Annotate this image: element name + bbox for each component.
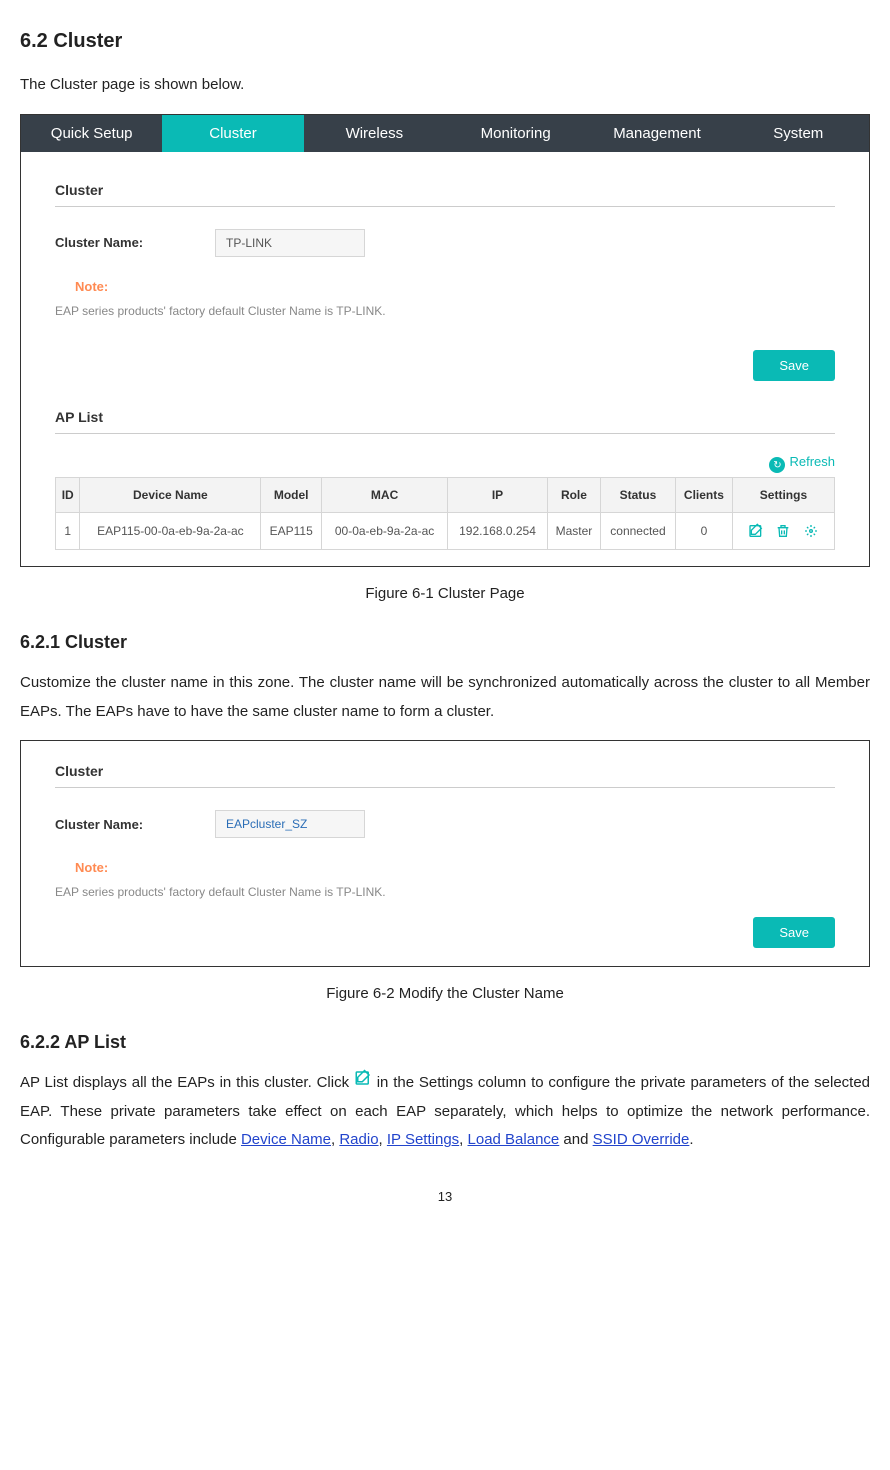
cluster-name-label-2: Cluster Name: [55,817,215,832]
save-button-row: Save [55,350,835,381]
col-role: Role [547,478,600,513]
col-ip: IP [448,478,548,513]
cell-id: 1 [56,513,80,550]
cell-settings [732,513,834,550]
refresh-row: ↻ Refresh [55,454,835,472]
cell-model: EAP115 [261,513,322,550]
ap-list-table: ID Device Name Model MAC IP Role Status … [55,477,835,550]
figure-6-1-caption: Figure 6-1 Cluster Page [20,585,870,602]
cell-role: Master [547,513,600,550]
delete-icon[interactable] [771,523,795,537]
edit-icon[interactable] [744,523,768,537]
sep2: , [379,1131,387,1148]
save-button[interactable]: Save [753,350,835,381]
cluster-name-input-2[interactable]: EAPcluster_SZ [215,810,365,838]
tab-management[interactable]: Management [586,115,727,152]
col-clients: Clients [675,478,732,513]
col-status: Status [601,478,676,513]
note-text: EAP series products' factory default Clu… [55,304,835,318]
col-settings: Settings [732,478,834,513]
cell-status: connected [601,513,676,550]
cluster-panel: Cluster Cluster Name: TP-LINK Note: EAP … [21,152,869,567]
cluster-name-input[interactable]: TP-LINK [215,229,365,257]
tab-quick-setup[interactable]: Quick Setup [21,115,162,152]
refresh-label[interactable]: Refresh [789,454,835,469]
body-6-2-1: Customize the cluster name in this zone.… [20,669,870,726]
link-ssid-override[interactable]: SSID Override [593,1131,690,1148]
ap-list-title: AP List [55,409,835,434]
tab-monitoring[interactable]: Monitoring [445,115,586,152]
cluster-name-row-2: Cluster Name: EAPcluster_SZ [55,810,835,838]
cell-mac: 00-0a-eb-9a-2a-ac [322,513,448,550]
link-load-balance[interactable]: Load Balance [468,1131,560,1148]
save-button-2[interactable]: Save [753,917,835,948]
locate-icon[interactable] [799,523,823,537]
sep4: and [559,1131,592,1148]
note-label: Note: [75,279,835,294]
body-6-2-2-t1: AP List displays all the EAPs in this cl… [20,1074,354,1091]
end: . [689,1131,693,1148]
cluster-panel-title-2: Cluster [55,763,835,788]
cell-ip: 192.168.0.254 [448,513,548,550]
figure-6-2-caption: Figure 6-2 Modify the Cluster Name [20,985,870,1002]
note-text-2: EAP series products' factory default Clu… [55,885,835,899]
col-id: ID [56,478,80,513]
cell-device-name: EAP115-00-0a-eb-9a-2a-ac [80,513,261,550]
refresh-icon[interactable]: ↻ [769,457,785,473]
top-nav: Quick Setup Cluster Wireless Monitoring … [21,115,869,152]
heading-6-2-2: 6.2.2 AP List [20,1032,870,1053]
heading-6-2: 6.2 Cluster [20,30,870,53]
heading-6-2-1: 6.2.1 Cluster [20,632,870,653]
link-ip-settings[interactable]: IP Settings [387,1131,459,1148]
tab-system[interactable]: System [728,115,869,152]
figure-6-2-container: Cluster Cluster Name: EAPcluster_SZ Note… [20,740,870,967]
table-row: 1 EAP115-00-0a-eb-9a-2a-ac EAP115 00-0a-… [56,513,835,550]
edit-inline-icon [354,1069,372,1098]
link-device-name[interactable]: Device Name [241,1131,331,1148]
link-radio[interactable]: Radio [339,1131,378,1148]
figure-6-1-container: Quick Setup Cluster Wireless Monitoring … [20,114,870,568]
cluster-name-label: Cluster Name: [55,235,215,250]
intro-text-6-2: The Cluster page is shown below. [20,71,870,100]
tab-cluster[interactable]: Cluster [162,115,303,152]
col-device-name: Device Name [80,478,261,513]
note-label-2: Note: [75,860,835,875]
page-number: 13 [20,1189,870,1204]
cluster-panel-2: Cluster Cluster Name: EAPcluster_SZ Note… [21,741,869,966]
cluster-name-row: Cluster Name: TP-LINK [55,229,835,257]
tab-wireless[interactable]: Wireless [304,115,445,152]
body-6-2-2: AP List displays all the EAPs in this cl… [20,1069,870,1155]
cell-clients: 0 [675,513,732,550]
col-mac: MAC [322,478,448,513]
save-button-row-2: Save [55,917,835,948]
col-model: Model [261,478,322,513]
cluster-panel-title: Cluster [55,182,835,207]
sep3: , [459,1131,467,1148]
